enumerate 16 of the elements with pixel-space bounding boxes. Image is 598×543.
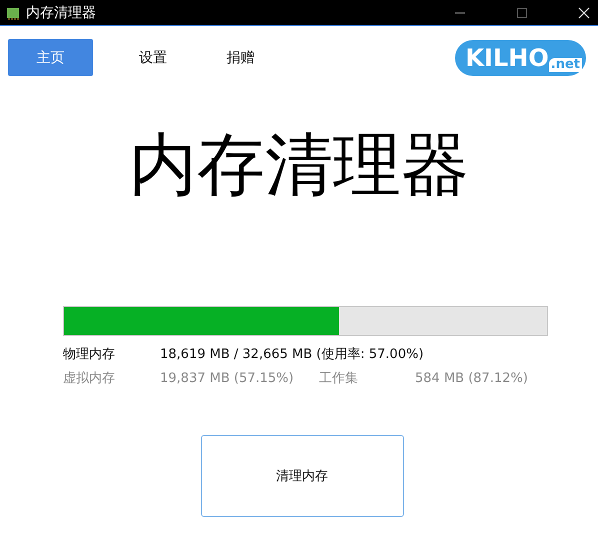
chip-icon	[6, 6, 20, 20]
nav-tab[interactable]: 捐赠	[198, 39, 283, 76]
stat-label: 工作集	[319, 370, 359, 388]
logo: KILHO.net	[455, 40, 586, 76]
window-title: 内存清理器	[26, 4, 96, 22]
stat-value: 19,837 MB (57.15%)	[160, 370, 295, 388]
stat-value: 584 MB (87.12%)	[415, 370, 528, 388]
stat-label: 物理内存	[63, 346, 116, 364]
clean-memory-button[interactable]: 清理内存	[200, 435, 404, 517]
nav-tab[interactable]: 设置	[123, 39, 183, 76]
close-icon[interactable]	[578, 6, 590, 18]
stat-value: 18,619 MB / 32,665 MB (使用率: 57.00%)	[160, 346, 424, 364]
maximize-icon[interactable]	[516, 6, 528, 18]
stat-label: 虚拟内存	[63, 370, 116, 388]
nav-tab[interactable]: 主页	[8, 39, 93, 76]
app-heading: 内存清理器	[128, 126, 470, 206]
